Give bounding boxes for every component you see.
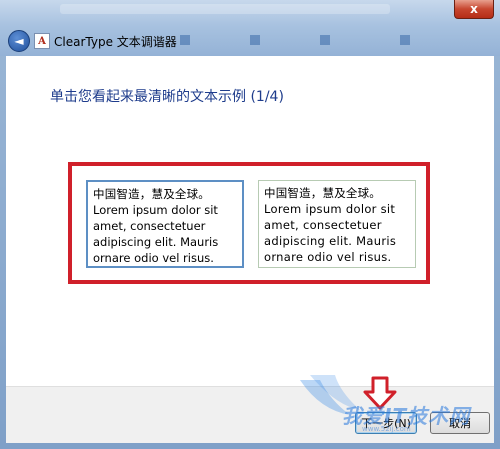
back-arrow-icon[interactable]: ◄ <box>8 30 30 52</box>
blurred-background-strip <box>60 4 390 14</box>
text-sample-option-1[interactable]: 中国智造，慧及全球。 Lorem ipsum dolor sit amet, c… <box>86 180 244 268</box>
sample-chinese-text: 中国智造，慧及全球。 <box>264 186 381 200</box>
cleartype-app-icon: A <box>34 33 50 49</box>
next-button[interactable]: 下一步(N) <box>355 412 417 434</box>
background-taskbar-item <box>180 33 190 47</box>
down-arrow-annotation-icon <box>363 376 397 410</box>
background-taskbar-item <box>320 33 330 47</box>
background-taskbar-item <box>250 33 260 47</box>
page-heading: 单击您看起来最清晰的文本示例 (1/4) <box>50 89 284 105</box>
cleartype-tuner-window: x ◄ A ClearType 文本调谐器 单击您看起来最清晰的文本示例 (1/… <box>0 0 500 449</box>
wizard-content: 单击您看起来最清晰的文本示例 (1/4) 中国智造，慧及全球。 Lorem ip… <box>6 56 494 386</box>
sample-latin-text: Lorem ipsum dolor sit amet, consectetuer… <box>93 203 219 265</box>
background-taskbar-item <box>400 33 410 47</box>
cancel-button[interactable]: 取消 <box>430 412 490 434</box>
close-button[interactable]: x <box>454 0 494 19</box>
sample-latin-text: Lorem ipsum dolor sit amet, consectetuer… <box>264 202 397 264</box>
button-bar: 下一步(N) 取消 <box>6 386 494 443</box>
title-bar: x ◄ A ClearType 文本调谐器 <box>0 0 500 56</box>
highlight-annotation-frame: 中国智造，慧及全球。 Lorem ipsum dolor sit amet, c… <box>68 162 430 284</box>
window-title: ClearType 文本调谐器 <box>54 35 177 49</box>
text-sample-option-2[interactable]: 中国智造，慧及全球。 Lorem ipsum dolor sit amet, c… <box>258 180 416 268</box>
sample-chinese-text: 中国智造，慧及全球。 <box>93 187 210 201</box>
